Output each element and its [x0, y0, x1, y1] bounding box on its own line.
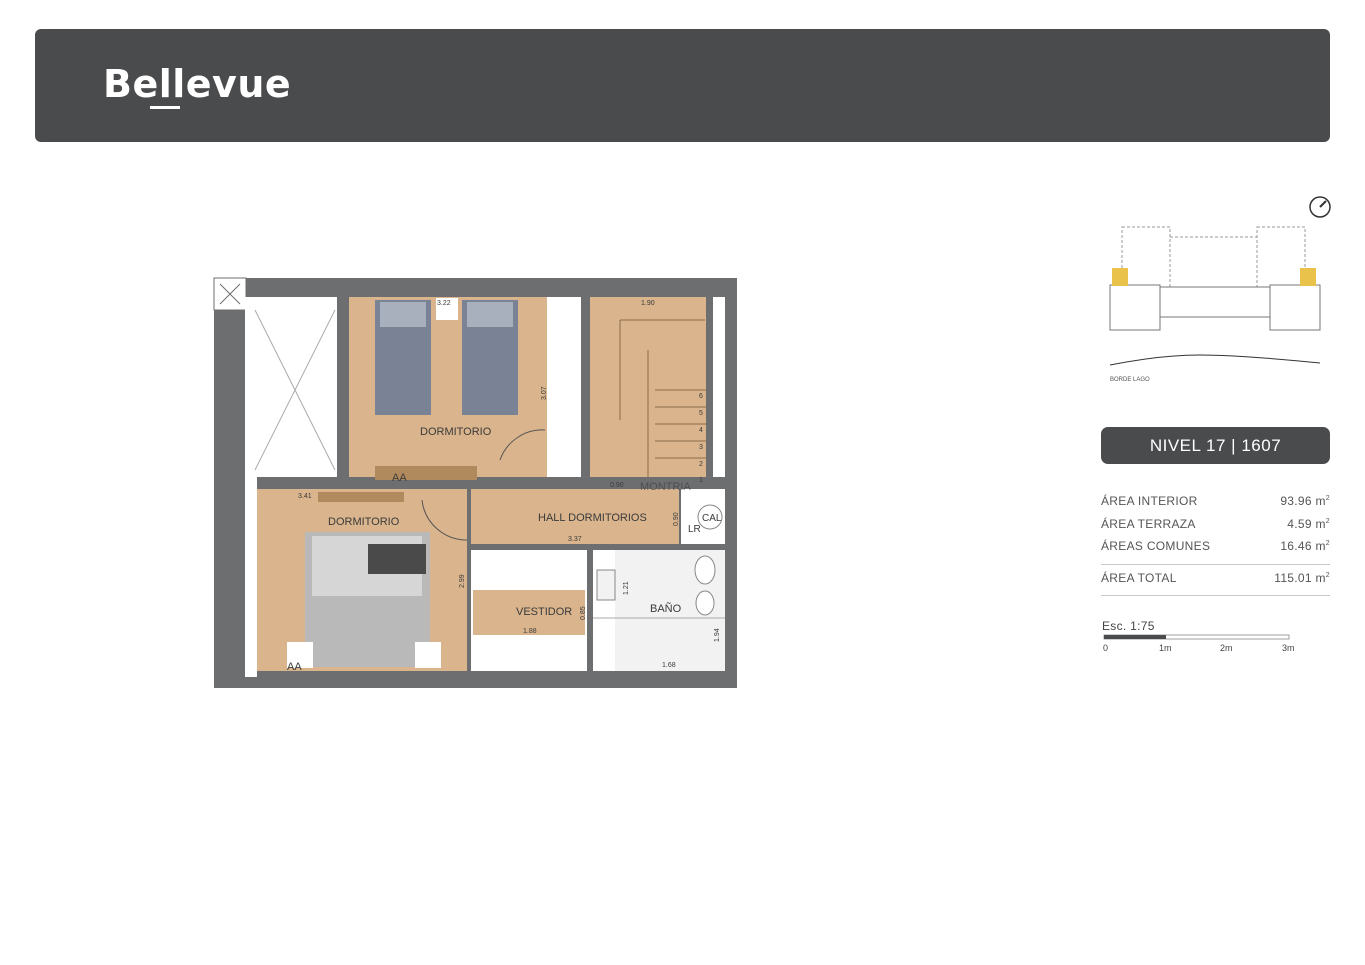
- area-terraza-label: ÁREA TERRAZA: [1101, 516, 1196, 531]
- terrace: [245, 297, 337, 477]
- label-dormitorio-1: DORMITORIO: [420, 426, 492, 438]
- label-aa-1: AA: [392, 472, 407, 484]
- stair-step: 4: [699, 427, 703, 434]
- stair-step: 6: [699, 393, 703, 400]
- area-row-interior: ÁREA INTERIOR 93.96 m2: [1101, 494, 1330, 509]
- stair-step: 2: [699, 461, 703, 468]
- scale-tick-3m: 3m: [1282, 643, 1295, 653]
- bellevue-logo: Bellevue: [103, 62, 292, 106]
- area-total-label: ÁREA TOTAL: [1101, 570, 1177, 585]
- keyplan-caption: BORDE LAGO: [1110, 377, 1150, 383]
- dim-0-90-b: 0.90: [673, 512, 680, 526]
- unit-highlight-left: [1112, 268, 1128, 286]
- dim-3-37: 3.37: [568, 536, 582, 543]
- scale-tick-2m: 2m: [1220, 643, 1233, 653]
- label-vestidor: VESTIDOR: [516, 606, 572, 618]
- stair-step: 5: [699, 410, 703, 417]
- area-terraza-value: 4.59 m: [1287, 516, 1326, 531]
- label-lr: LR: [688, 524, 701, 535]
- logo-underline: [150, 106, 180, 109]
- label-hall: HALL DORMITORIOS: [538, 512, 647, 524]
- area-divider: [1101, 563, 1330, 565]
- dim-1-68: 1.68: [662, 662, 676, 669]
- dim-3-22: 3.22: [437, 300, 451, 307]
- dim-1-94: 1.94: [714, 628, 721, 642]
- area-comunes-label: ÁREAS COMUNES: [1101, 539, 1211, 554]
- area-summary: ÁREA INTERIOR 93.96 m2 ÁREA TERRAZA 4.59…: [1101, 490, 1330, 596]
- label-cal: CAL: [702, 513, 722, 524]
- dim-3-41: 3.41: [298, 493, 312, 500]
- dim-3-07: 3.07: [541, 386, 548, 400]
- area-interior-value: 93.96 m: [1280, 494, 1326, 509]
- dim-1-88: 1.88: [523, 628, 537, 635]
- header-banner: Bellevue: [35, 29, 1330, 142]
- label-dormitorio-2: DORMITORIO: [328, 516, 400, 528]
- area-total-value: 115.01 m: [1274, 570, 1326, 585]
- area-row-comunes: ÁREAS COMUNES 16.46 m2: [1101, 539, 1330, 554]
- label-aa-2: AA: [287, 661, 302, 673]
- unit-highlight-right: [1300, 268, 1316, 286]
- unit-level-badge: NIVEL 17 | 1607: [1101, 427, 1330, 464]
- floor-plan: DORMITORIO DORMITORIO HALL DORMITORIOS V…: [200, 270, 760, 700]
- dim-1-90: 1.90: [641, 300, 655, 307]
- scale-label: Esc. 1:75: [1102, 619, 1155, 633]
- stair-step: 3: [699, 444, 703, 451]
- label-bano: BAÑO: [650, 602, 682, 615]
- dim-2-99: 2.99: [459, 574, 466, 588]
- area-row-total: ÁREA TOTAL 115.01 m2: [1101, 570, 1330, 585]
- dim-0-90-a: 0.90: [610, 482, 624, 489]
- scale-tick-1m: 1m: [1159, 643, 1172, 653]
- scale-bar: Esc. 1:75 0 1m 2m 3m: [1102, 619, 1302, 659]
- dim-0-85: 0.85: [580, 606, 587, 620]
- key-plan: BORDE LAGO: [1100, 195, 1340, 395]
- dim-1-21: 1.21: [623, 581, 630, 595]
- area-row-terraza: ÁREA TERRAZA 4.59 m2: [1101, 516, 1330, 531]
- area-divider-bottom: [1101, 595, 1330, 596]
- area-interior-label: ÁREA INTERIOR: [1101, 494, 1198, 509]
- stair-step: 1: [699, 477, 703, 484]
- watermark: MONTRIA: [640, 481, 691, 493]
- scale-tick-0: 0: [1103, 643, 1108, 653]
- area-comunes-value: 16.46 m: [1280, 539, 1326, 554]
